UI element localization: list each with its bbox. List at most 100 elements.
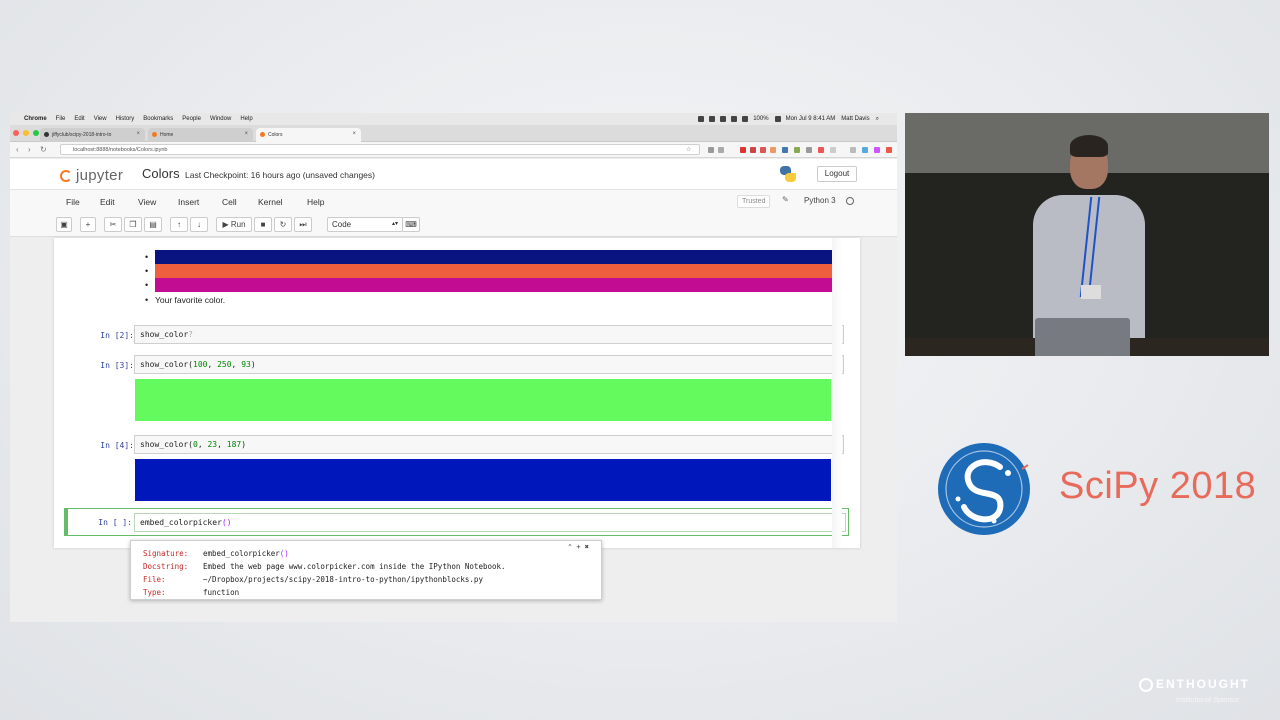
- extension-icon[interactable]: [750, 147, 756, 153]
- checkpoint-status: Last Checkpoint: 16 hours ago (unsaved c…: [185, 170, 375, 180]
- cell-type-select[interactable]: Code ▴▾: [327, 217, 403, 232]
- jupyter-logo[interactable]: jupyter: [60, 167, 123, 184]
- url-input[interactable]: localhost:8888/notebooks/Colors.ipynb: [60, 144, 700, 155]
- extension-icon[interactable]: [886, 147, 892, 153]
- copy-icon[interactable]: ❐: [124, 217, 142, 232]
- tooltip-pin-plus-icon[interactable]: +: [576, 543, 580, 551]
- menu-view[interactable]: View: [138, 197, 156, 207]
- sponsor-name: ENTHOUGHT: [1156, 677, 1250, 691]
- menu-edit[interactable]: Edit: [100, 197, 115, 207]
- close-window-icon[interactable]: [13, 130, 19, 136]
- menubar-app-name[interactable]: Chrome: [24, 116, 47, 122]
- menu-kernel[interactable]: Kernel: [258, 197, 283, 207]
- tab-github[interactable]: jiffyclub/scipy-2018-intro-to ×: [40, 128, 145, 142]
- mac-menubar: Chrome File Edit View History Bookmarks …: [10, 113, 897, 125]
- sync-icon[interactable]: [720, 116, 727, 122]
- bookmark-star-icon[interactable]: ☆: [686, 146, 691, 153]
- extension-icon[interactable]: [740, 147, 746, 153]
- menubar-help[interactable]: Help: [240, 116, 252, 122]
- spotlight-icon[interactable]: ⌕: [876, 116, 879, 123]
- extension-icon[interactable]: [818, 147, 824, 153]
- cell-prompt: In [3]:: [100, 361, 134, 370]
- extension-icon[interactable]: [782, 147, 788, 153]
- user-name[interactable]: Matt Davis: [841, 116, 869, 122]
- volume-icon[interactable]: [731, 116, 738, 122]
- menubar-file[interactable]: File: [56, 116, 66, 122]
- github-icon: [44, 132, 49, 137]
- list-bullet: •: [145, 266, 149, 276]
- insert-cell-plus-icon[interactable]: +: [80, 217, 96, 232]
- menubar-status: 100% Mon Jul 9 8:41 AM Matt Davis ⌕: [698, 113, 885, 125]
- run-button[interactable]: ▶ Run: [216, 217, 252, 232]
- code-cell-input[interactable]: show_color(100, 250, 93): [134, 355, 844, 374]
- forward-icon[interactable]: ›: [28, 145, 31, 154]
- tab-colors[interactable]: Colors ×: [256, 128, 361, 142]
- tab-home[interactable]: Home ×: [148, 128, 253, 142]
- command-palette-keyboard-icon[interactable]: ⌨: [402, 217, 420, 232]
- trusted-badge[interactable]: Trusted: [737, 195, 771, 208]
- extension-icon[interactable]: [794, 147, 800, 153]
- restart-kernel-icon[interactable]: ↻: [274, 217, 292, 232]
- menu-cell[interactable]: Cell: [222, 197, 237, 207]
- menubar-history[interactable]: History: [116, 116, 135, 122]
- extension-icon[interactable]: [806, 147, 812, 153]
- menu-help[interactable]: Help: [307, 197, 324, 207]
- menubar-window[interactable]: Window: [210, 116, 231, 122]
- active-code-input[interactable]: embed_colorpicker(): [134, 513, 846, 532]
- minimize-window-icon[interactable]: [23, 130, 29, 136]
- code-cell-input[interactable]: show_color(0, 23, 187): [134, 435, 844, 454]
- close-tab-icon[interactable]: ×: [136, 131, 140, 137]
- extension-icon[interactable]: [718, 147, 724, 153]
- paste-icon[interactable]: ▤: [144, 217, 162, 232]
- extension-icon[interactable]: [850, 147, 856, 153]
- tooltip-close-icon[interactable]: ✖: [585, 543, 589, 551]
- wifi-icon[interactable]: [742, 116, 749, 122]
- move-up-icon[interactable]: ↑: [170, 217, 188, 232]
- notebook-page: • • • • Your favorite color. In [2]: sho…: [54, 238, 860, 548]
- close-tab-icon[interactable]: ×: [352, 131, 356, 137]
- jupyter-toolbar: ▣ + ✂ ❐ ▤ ↑ ↓ ▶ Run ■ ↻ ⏭ Code ▴▾ ⌨: [10, 212, 897, 237]
- menubar-edit[interactable]: Edit: [74, 116, 84, 122]
- tooltip-signature: Signature: embed_colorpicker(): [143, 549, 289, 558]
- jupyter-favicon-icon: [152, 132, 157, 137]
- cut-icon[interactable]: ✂: [104, 217, 122, 232]
- menu-insert[interactable]: Insert: [178, 197, 199, 207]
- kernel-name[interactable]: Python 3: [804, 196, 836, 205]
- extension-icon[interactable]: [862, 147, 868, 153]
- tooltip-expand-icon[interactable]: ⌃: [568, 543, 572, 551]
- notebook-name[interactable]: Colors: [142, 166, 180, 181]
- dropbox-icon[interactable]: [698, 116, 705, 122]
- battery-icon[interactable]: [774, 116, 781, 122]
- jupyter-menu-bar: File Edit View Insert Cell Kernel Help T…: [10, 189, 897, 212]
- color-bar-3: [155, 278, 839, 292]
- extension-icon[interactable]: [770, 147, 776, 153]
- active-code-cell[interactable]: In [ ]: embed_colorpicker(): [64, 508, 849, 536]
- color-output-blue: [135, 459, 831, 501]
- menubar-bookmarks[interactable]: Bookmarks: [143, 116, 173, 122]
- extension-icon[interactable]: [708, 147, 714, 153]
- close-tab-icon[interactable]: ×: [244, 131, 248, 137]
- clock[interactable]: Mon Jul 9 8:41 AM: [786, 116, 836, 122]
- extension-icon[interactable]: [830, 147, 836, 153]
- menubar-view[interactable]: View: [94, 116, 107, 122]
- zoom-window-icon[interactable]: [33, 130, 39, 136]
- menu-file[interactable]: File: [66, 197, 80, 207]
- code-cell-input[interactable]: show_color?: [134, 325, 844, 344]
- menubar-people[interactable]: People: [182, 116, 201, 122]
- kernel-idle-indicator-icon: [846, 197, 854, 205]
- speaker-laptop: [1035, 318, 1130, 356]
- extension-icon[interactable]: [874, 147, 880, 153]
- logout-button[interactable]: Logout: [817, 166, 857, 182]
- interrupt-stop-icon[interactable]: ■: [254, 217, 272, 232]
- notebook-scrollbar[interactable]: [832, 238, 842, 548]
- list-bullet: •: [145, 280, 149, 290]
- cell-prompt: In [ ]:: [98, 518, 132, 527]
- save-icon[interactable]: ▣: [56, 217, 72, 232]
- reload-icon[interactable]: ↻: [40, 145, 47, 154]
- back-icon[interactable]: ‹: [16, 145, 19, 154]
- restart-run-all-icon[interactable]: ⏭: [294, 217, 312, 232]
- move-down-icon[interactable]: ↓: [190, 217, 208, 232]
- inspector-tooltip: ⌃ + ✖ Signature: embed_colorpicker() Docs…: [130, 540, 602, 600]
- extension-icon[interactable]: [760, 147, 766, 153]
- extension-icon[interactable]: [709, 116, 716, 122]
